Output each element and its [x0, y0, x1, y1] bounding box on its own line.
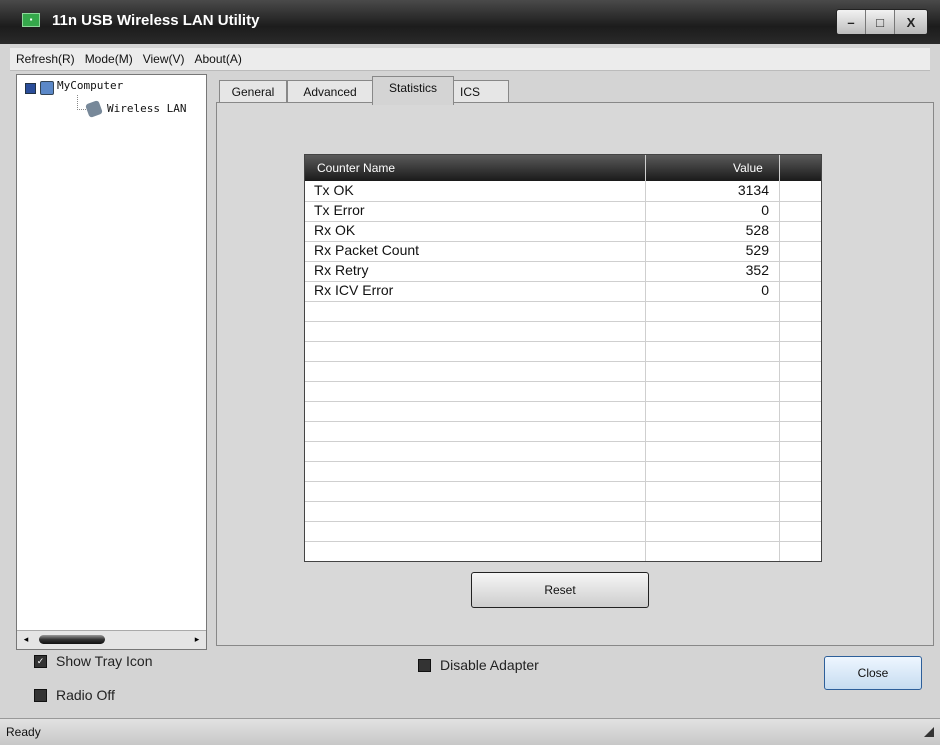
checkbox-checked-icon: ✓	[34, 655, 47, 668]
counter-name-cell: Tx OK	[314, 182, 354, 198]
table-row	[305, 461, 821, 482]
scroll-left-icon[interactable]: ◂	[20, 633, 32, 646]
table-row[interactable]: Rx OK 528	[305, 221, 821, 242]
tree-expander-icon[interactable]	[25, 83, 36, 94]
statistics-table: Counter Name Value Tx OK 3134 Tx Error 0 Rx …	[304, 154, 822, 562]
scroll-right-icon[interactable]: ▸	[191, 633, 203, 646]
disable-adapter-label: Disable Adapter	[440, 657, 539, 673]
tree-item-mycomputer[interactable]: MyComputer	[57, 79, 123, 92]
counter-value-cell: 529	[745, 242, 769, 258]
reset-button[interactable]: Reset	[471, 572, 649, 608]
radio-off-label: Radio Off	[56, 687, 115, 703]
table-row[interactable]: Tx Error 0	[305, 201, 821, 222]
tab-general[interactable]: General	[219, 80, 287, 103]
counter-name-cell: Rx ICV Error	[314, 282, 394, 298]
table-row[interactable]: Rx Retry 352	[305, 261, 821, 282]
device-tree: MyComputer Wireless LAN ◂ ▸	[16, 74, 207, 650]
checkbox-icon	[34, 689, 47, 702]
title-bar[interactable]: ▪ 11n USB Wireless LAN Utility – □ X	[0, 0, 940, 44]
table-row[interactable]: Rx Packet Count 529	[305, 241, 821, 262]
table-row	[305, 361, 821, 382]
maximize-button[interactable]: □	[865, 10, 894, 34]
table-row	[305, 501, 821, 522]
tab-advanced[interactable]: Advanced	[287, 80, 373, 103]
column-header-value[interactable]: Value	[733, 161, 763, 175]
table-row	[305, 521, 821, 542]
counter-name-cell: Rx Retry	[314, 262, 369, 278]
menu-refresh[interactable]: Refresh(R)	[16, 52, 75, 66]
menu-about[interactable]: About(A)	[195, 52, 242, 66]
app-icon: ▪	[22, 13, 40, 27]
table-row	[305, 421, 821, 442]
counter-name-cell: Rx Packet Count	[314, 242, 420, 258]
wireless-adapter-icon	[85, 100, 103, 118]
table-row	[305, 401, 821, 422]
table-row	[305, 321, 821, 342]
app-window: ▪ 11n USB Wireless LAN Utility – □ X Ref…	[0, 0, 940, 745]
status-bar: Ready	[0, 718, 940, 745]
counter-name-cell: Tx Error	[314, 202, 365, 218]
table-row	[305, 441, 821, 462]
counter-value-cell: 0	[761, 202, 769, 218]
checkbox-icon	[418, 659, 431, 672]
menu-bar: Refresh(R) Mode(M) View(V) About(A)	[10, 48, 930, 71]
table-row[interactable]: Rx ICV Error 0	[305, 281, 821, 302]
scroll-thumb[interactable]	[39, 635, 105, 644]
show-tray-icon-label: Show Tray Icon	[56, 653, 153, 669]
table-row	[305, 481, 821, 502]
counter-value-cell: 3134	[737, 182, 769, 198]
column-header-counter-name[interactable]: Counter Name	[317, 161, 395, 175]
counter-value-cell: 0	[761, 282, 769, 298]
counter-value-cell: 528	[745, 222, 769, 238]
close-button[interactable]: Close	[824, 656, 922, 690]
computer-icon	[40, 81, 54, 95]
status-text: Ready	[6, 725, 41, 739]
window-title: 11n USB Wireless LAN Utility	[52, 12, 260, 29]
table-header: Counter Name Value	[305, 155, 821, 181]
menu-view[interactable]: View(V)	[143, 52, 185, 66]
tab-ics[interactable]: ICS	[453, 80, 509, 103]
tab-statistics[interactable]: Statistics	[372, 76, 454, 105]
window-controls: – □ X	[836, 9, 928, 35]
tree-item-wireless-lan[interactable]: Wireless LAN	[107, 102, 186, 115]
counter-name-cell: Rx OK	[314, 222, 356, 238]
menu-mode[interactable]: Mode(M)	[85, 52, 133, 66]
tree-horizontal-scrollbar[interactable]: ◂ ▸	[17, 630, 206, 649]
minimize-button[interactable]: –	[837, 10, 865, 34]
table-row	[305, 301, 821, 322]
close-window-button[interactable]: X	[894, 10, 927, 34]
table-row[interactable]: Tx OK 3134	[305, 181, 821, 202]
table-row	[305, 341, 821, 362]
table-row	[305, 381, 821, 402]
table-row	[305, 541, 821, 561]
resize-grip-icon[interactable]	[924, 727, 934, 737]
counter-value-cell: 352	[745, 262, 769, 278]
